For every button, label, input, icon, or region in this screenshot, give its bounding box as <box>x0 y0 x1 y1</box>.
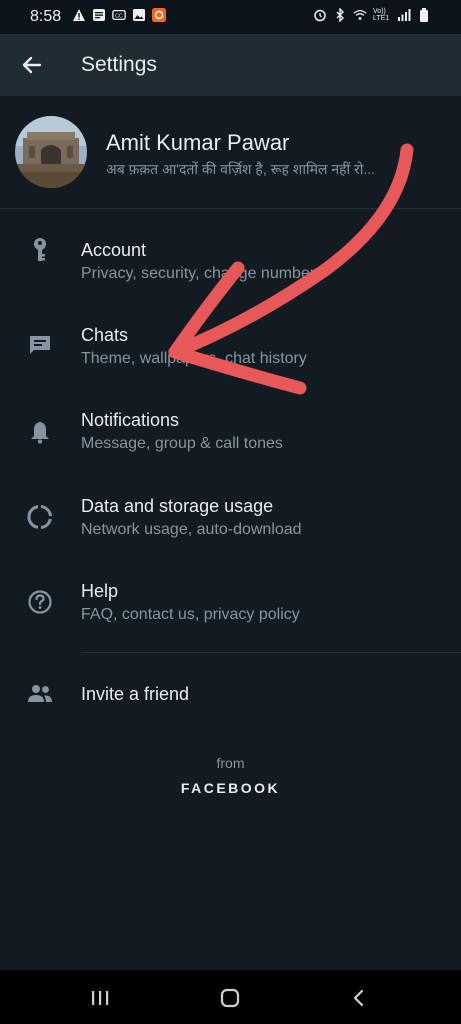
nav-back-button[interactable] <box>344 983 374 1013</box>
recents-icon <box>92 991 109 1005</box>
settings-item-title: Notifications <box>81 410 180 430</box>
alarm-icon <box>313 8 327 22</box>
bell-icon <box>24 416 56 448</box>
invite-friend-label: Invite a friend <box>81 684 190 704</box>
section-divider <box>81 652 461 653</box>
status-bar: 8:58 CC Vo)) LTE1 <box>0 0 461 34</box>
data-usage-icon <box>24 501 56 533</box>
battery-icon <box>417 8 431 22</box>
document-icon <box>92 8 106 22</box>
back-arrow-icon <box>22 56 42 74</box>
signal-icon <box>397 8 411 22</box>
system-icons: Vo)) LTE1 <box>313 8 431 22</box>
settings-item-data-storage[interactable]: Data and storage usage Network usage, au… <box>0 480 461 565</box>
svg-text:CC: CC <box>115 14 123 20</box>
help-icon <box>24 586 56 618</box>
network-label: Vo)) LTE1 <box>373 8 390 22</box>
settings-item-help[interactable]: Help FAQ, contact us, privacy policy <box>0 565 461 650</box>
notification-icons: CC <box>72 8 166 22</box>
nav-back-icon <box>353 989 364 1007</box>
profile-row[interactable]: Amit Kumar Pawar अब फ़क़त आ'दतों की वर्ज… <box>0 96 461 209</box>
settings-item-subtitle: Message, group & call tones <box>81 435 283 452</box>
app-notification-icon <box>152 8 166 22</box>
settings-item-title: Chats <box>81 325 129 345</box>
back-button[interactable] <box>16 49 48 81</box>
warning-icon <box>72 8 86 22</box>
settings-item-account[interactable]: Account Privacy, security, change number <box>0 224 461 309</box>
settings-item-subtitle: Network usage, auto-download <box>81 521 302 538</box>
people-icon <box>24 678 56 710</box>
page-title: Settings <box>81 53 157 76</box>
settings-item-chats[interactable]: Chats Theme, wallpapers, chat history <box>0 309 461 394</box>
settings-item-subtitle: FAQ, contact us, privacy policy <box>81 606 300 623</box>
cc-icon: CC <box>112 8 126 22</box>
home-icon <box>220 988 240 1008</box>
status-time: 8:58 <box>30 8 62 25</box>
settings-item-subtitle: Privacy, security, change number <box>81 265 316 282</box>
profile-name: Amit Kumar Pawar <box>106 130 290 155</box>
footer-brand: FACEBOOK <box>180 780 281 796</box>
avatar[interactable] <box>15 116 87 188</box>
settings-item-subtitle: Theme, wallpapers, chat history <box>81 350 307 367</box>
chat-icon <box>24 329 56 361</box>
image-icon <box>132 8 146 22</box>
home-button[interactable] <box>215 983 245 1013</box>
app-bar: Settings <box>0 34 461 96</box>
invite-friend-item[interactable]: Invite a friend <box>0 654 461 734</box>
settings-item-title: Data and storage usage <box>81 496 274 516</box>
settings-item-title: Help <box>81 581 119 601</box>
footer-from: from <box>216 755 245 771</box>
settings-item-title: Account <box>81 240 147 260</box>
bluetooth-icon <box>333 8 347 22</box>
key-icon <box>24 234 56 266</box>
profile-status: अब फ़क़त आ'दतों की वर्ज़िश है, रूह शामिल… <box>106 161 376 177</box>
system-nav-bar <box>0 970 461 1024</box>
avatar-photo <box>15 116 87 188</box>
recent-apps-button[interactable] <box>85 983 115 1013</box>
wifi-icon <box>353 8 367 22</box>
settings-item-notifications[interactable]: Notifications Message, group & call tone… <box>0 394 461 479</box>
